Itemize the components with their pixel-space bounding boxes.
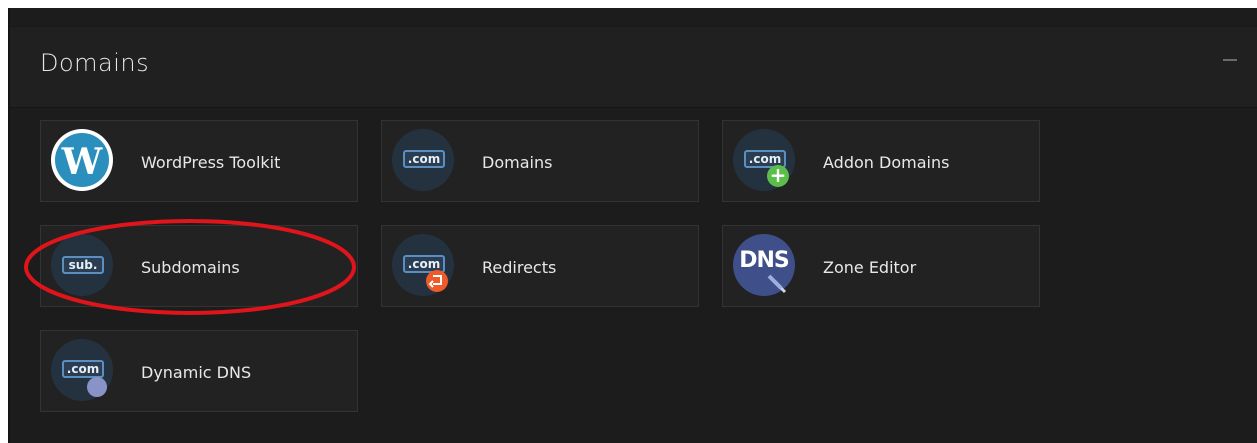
subdomain-icon: sub. [51, 234, 113, 296]
dynamic-signal-icon [87, 377, 107, 397]
wordpress-icon: W [51, 129, 113, 191]
dotcom-icon: .com [392, 129, 454, 191]
redirects-icon: .com [392, 234, 454, 296]
dns-icon: DNS [733, 234, 795, 296]
dynamic-dns-icon: .com [51, 339, 113, 401]
tile-label: WordPress Toolkit [141, 153, 281, 172]
plus-icon: + [767, 165, 789, 187]
tile-addon-domains[interactable]: .com + Addon Domains [722, 120, 1040, 202]
tile-label: Addon Domains [823, 153, 950, 172]
panel-title: Domains [40, 49, 150, 77]
addon-domains-icon: .com + [733, 129, 795, 191]
tile-domains[interactable]: .com Domains [381, 120, 699, 202]
panel-header[interactable]: Domains [10, 26, 1257, 108]
tile-subdomains[interactable]: sub. Subdomains [40, 225, 358, 307]
tile-label: Subdomains [141, 258, 240, 277]
tile-redirects[interactable]: .com Redirects [381, 225, 699, 307]
collapse-icon[interactable] [1223, 59, 1237, 61]
tile-wordpress-toolkit[interactable]: W WordPress Toolkit [40, 120, 358, 202]
tile-zone-editor[interactable]: DNS Zone Editor [722, 225, 1040, 307]
tile-label: Redirects [482, 258, 557, 277]
tile-label: Zone Editor [823, 258, 917, 277]
domains-panel: Domains W WordPress Toolkit .com Domains… [8, 8, 1257, 443]
tile-dynamic-dns[interactable]: .com Dynamic DNS [40, 330, 358, 412]
redirect-arrow-icon [426, 270, 448, 292]
tile-label: Dynamic DNS [141, 363, 252, 382]
tile-label: Domains [482, 153, 553, 172]
